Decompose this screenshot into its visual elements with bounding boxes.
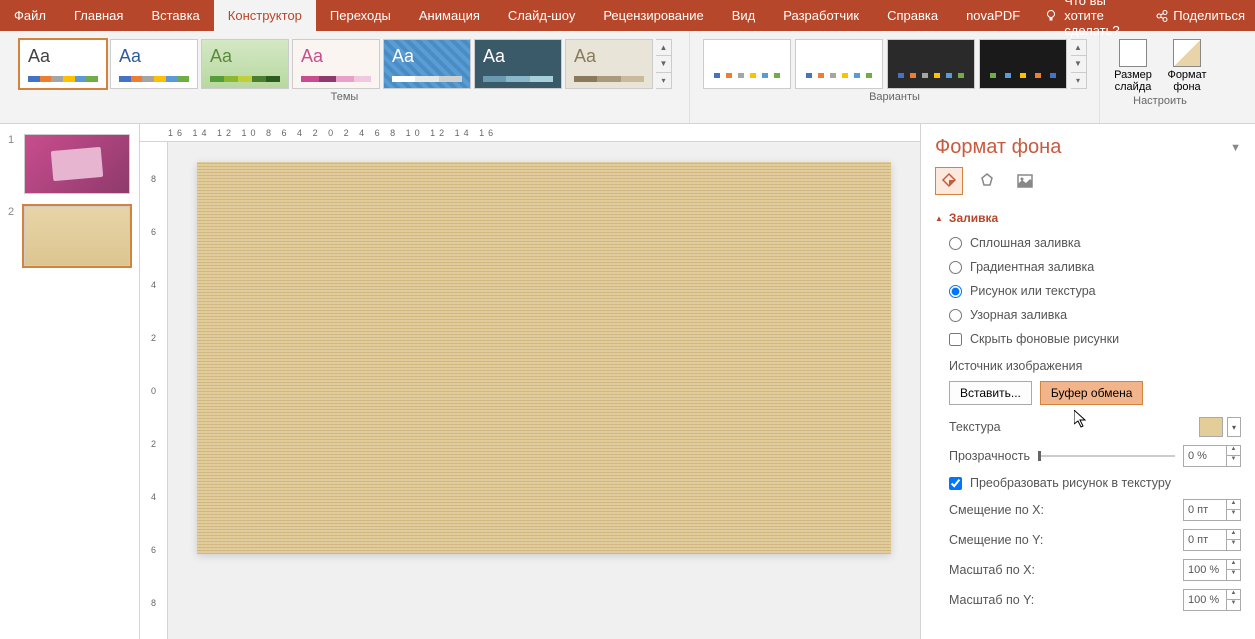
themes-group: Aa Aa Aa Aa Aa Aa bbox=[0, 31, 690, 123]
variant-1[interactable] bbox=[703, 39, 791, 89]
fill-solid-radio[interactable]: Сплошная заливка bbox=[935, 231, 1241, 255]
ribbon-tabs: Файл Главная Вставка Конструктор Переход… bbox=[0, 0, 1255, 31]
slide-item-1: 1 bbox=[8, 134, 131, 194]
variants-scroll: ▲ ▼ ▾ bbox=[1071, 39, 1087, 89]
tab-file[interactable]: Файл bbox=[0, 0, 60, 31]
tab-design[interactable]: Конструктор bbox=[214, 0, 316, 31]
offset-x-input[interactable]: 0 пт ▲▼ bbox=[1183, 499, 1241, 521]
fill-section-header[interactable]: ▲ Заливка bbox=[935, 205, 1241, 231]
scale-x-input[interactable]: 100 % ▲▼ bbox=[1183, 559, 1241, 581]
customize-group: Размер слайда Формат фона Настроить bbox=[1100, 31, 1220, 123]
theme-7[interactable]: Aa bbox=[565, 39, 653, 89]
format-background-button[interactable]: Формат фона bbox=[1164, 39, 1210, 93]
texture-dropdown[interactable]: ▾ bbox=[1227, 417, 1241, 437]
tile-texture-checkbox[interactable]: Преобразовать рисунок в текстуру bbox=[935, 471, 1241, 495]
scale-x-label: Масштаб по X: bbox=[949, 563, 1035, 577]
scale-y-label: Масштаб по Y: bbox=[949, 593, 1034, 607]
editor: 16 14 12 10 8 6 4 2 0 2 4 6 8 10 12 14 1… bbox=[140, 124, 920, 639]
slide-item-2: 2 bbox=[8, 206, 131, 266]
slide-thumb-1[interactable] bbox=[24, 134, 130, 194]
format-background-pane: Формат фона ▼ ▲ Заливка Сплошная заливка bbox=[920, 124, 1255, 639]
tab-developer[interactable]: Разработчик bbox=[769, 0, 873, 31]
ruler-vertical: 8 6 4 2 0 2 4 6 8 bbox=[140, 142, 168, 639]
slide-thumb-2[interactable] bbox=[24, 206, 130, 266]
themes-scroll-down[interactable]: ▼ bbox=[656, 56, 671, 72]
slide-size-button[interactable]: Размер слайда bbox=[1110, 39, 1156, 93]
insert-button[interactable]: Вставить... bbox=[949, 381, 1032, 405]
tab-transitions[interactable]: Переходы bbox=[316, 0, 405, 31]
pane-title: Формат фона bbox=[935, 136, 1061, 159]
scale-y-input[interactable]: 100 % ▲▼ bbox=[1183, 589, 1241, 611]
transparency-input[interactable]: 0 % ▲▼ bbox=[1183, 445, 1241, 467]
tab-view[interactable]: Вид bbox=[718, 0, 770, 31]
chevron-down-icon: ▲ bbox=[935, 214, 943, 223]
offset-x-label: Смещение по X: bbox=[949, 503, 1044, 517]
pane-options-dropdown[interactable]: ▼ bbox=[1230, 142, 1241, 154]
theme-2[interactable]: Aa bbox=[110, 39, 198, 89]
fill-picture-radio[interactable]: Рисунок или текстура bbox=[935, 279, 1241, 303]
slide-panel: 1 2 bbox=[0, 124, 140, 639]
themes-scroll-up[interactable]: ▲ bbox=[656, 40, 671, 56]
clipboard-button[interactable]: Буфер обмена bbox=[1040, 381, 1144, 405]
tab-review[interactable]: Рецензирование bbox=[589, 0, 717, 31]
theme-6[interactable]: Aa bbox=[474, 39, 562, 89]
share-button[interactable]: Поделиться bbox=[1145, 0, 1255, 31]
variant-4[interactable] bbox=[979, 39, 1067, 89]
tab-slideshow[interactable]: Слайд-шоу bbox=[494, 0, 589, 31]
theme-4[interactable]: Aa bbox=[292, 39, 380, 89]
texture-label: Текстура bbox=[949, 420, 1001, 434]
offset-y-input[interactable]: 0 пт ▲▼ bbox=[1183, 529, 1241, 551]
variant-2[interactable] bbox=[795, 39, 883, 89]
ribbon-content: Aa Aa Aa Aa Aa Aa bbox=[0, 31, 1255, 124]
variant-3[interactable] bbox=[887, 39, 975, 89]
tell-me-search[interactable]: Что вы хотите сделать? bbox=[1034, 0, 1145, 31]
theme-5[interactable]: Aa bbox=[383, 39, 471, 89]
tab-animations[interactable]: Анимация bbox=[405, 0, 494, 31]
slide-canvas[interactable] bbox=[197, 162, 891, 554]
fill-tab-icon[interactable] bbox=[935, 167, 963, 195]
customize-label: Настроить bbox=[1133, 93, 1187, 109]
fill-gradient-radio[interactable]: Градиентная заливка bbox=[935, 255, 1241, 279]
image-source-label: Источник изображения bbox=[935, 351, 1241, 377]
slide-size-icon bbox=[1119, 39, 1147, 67]
tab-home[interactable]: Главная bbox=[60, 0, 137, 31]
hide-bg-checkbox[interactable]: Скрыть фоновые рисунки bbox=[935, 327, 1241, 351]
main-area: 1 2 16 14 12 10 8 6 4 2 0 2 4 6 8 10 12 … bbox=[0, 124, 1255, 639]
transparency-label: Прозрачность bbox=[949, 449, 1030, 463]
variants-scroll-down[interactable]: ▼ bbox=[1071, 56, 1086, 72]
variants-more[interactable]: ▾ bbox=[1071, 73, 1086, 88]
lightbulb-icon bbox=[1044, 9, 1058, 23]
variants-scroll-up[interactable]: ▲ bbox=[1071, 40, 1086, 56]
themes-more[interactable]: ▾ bbox=[656, 73, 671, 88]
themes-scroll: ▲ ▼ ▾ bbox=[656, 39, 672, 89]
share-icon bbox=[1155, 9, 1169, 23]
format-bg-icon bbox=[1173, 39, 1201, 67]
slide-number: 2 bbox=[8, 206, 18, 266]
share-label: Поделиться bbox=[1173, 8, 1245, 23]
ruler-horizontal: 16 14 12 10 8 6 4 2 0 2 4 6 8 10 12 14 1… bbox=[140, 124, 920, 142]
tab-help[interactable]: Справка bbox=[873, 0, 952, 31]
picture-tab-icon[interactable] bbox=[1011, 167, 1039, 195]
texture-picker[interactable] bbox=[1199, 417, 1223, 437]
themes-label: Темы bbox=[331, 89, 359, 105]
tab-novapdf[interactable]: novaPDF bbox=[952, 0, 1034, 31]
slide-number: 1 bbox=[8, 134, 18, 194]
transparency-slider[interactable] bbox=[1038, 455, 1175, 457]
variants-label: Варианты bbox=[869, 89, 920, 105]
spin-up[interactable]: ▲ bbox=[1226, 446, 1240, 456]
offset-y-label: Смещение по Y: bbox=[949, 533, 1043, 547]
tab-insert[interactable]: Вставка bbox=[137, 0, 213, 31]
fill-pattern-radio[interactable]: Узорная заливка bbox=[935, 303, 1241, 327]
theme-office[interactable]: Aa bbox=[19, 39, 107, 89]
theme-3[interactable]: Aa bbox=[201, 39, 289, 89]
effects-tab-icon[interactable] bbox=[973, 167, 1001, 195]
variants-group: ▲ ▼ ▾ Варианты bbox=[690, 31, 1100, 123]
canvas-wrap bbox=[168, 142, 920, 639]
spin-down[interactable]: ▼ bbox=[1226, 456, 1240, 466]
